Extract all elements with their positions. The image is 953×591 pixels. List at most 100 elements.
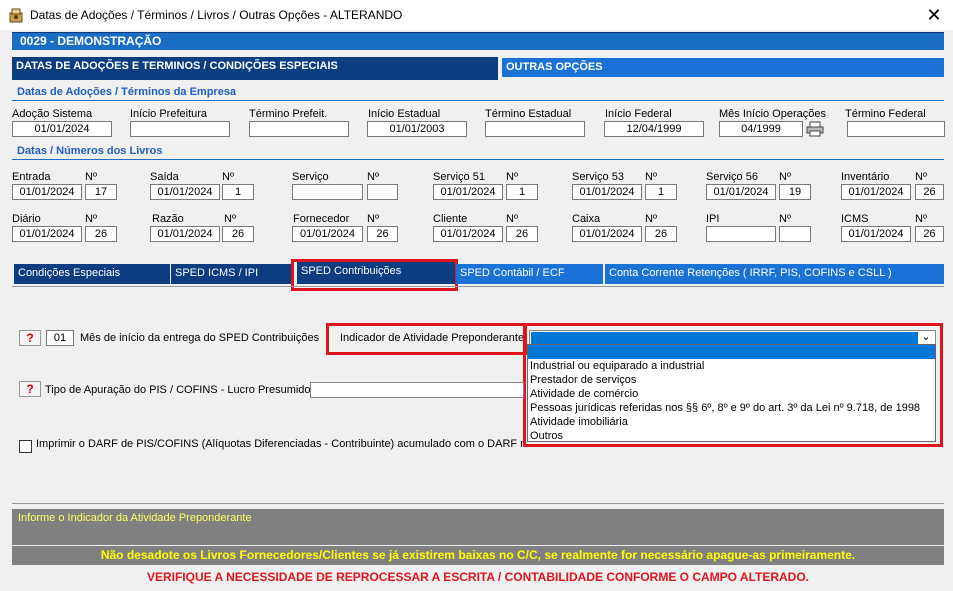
tab-sped-contabil-ecf[interactable]: SPED Contábil / ECF (456, 264, 603, 284)
servico-date-field[interactable] (292, 184, 363, 200)
cliente-date-field[interactable]: 01/01/2024 (433, 226, 503, 242)
label-num: Nº (85, 213, 97, 225)
window-title: Datas de Adoções / Términos / Livros / O… (30, 8, 403, 22)
label-num: Nº (915, 213, 927, 225)
indicador-options-list: Industrial ou equiparado a industrial Pr… (527, 344, 936, 442)
label-termino-federal: Término Federal (845, 108, 926, 120)
servico-num-field[interactable] (367, 184, 398, 200)
inicio-federal-field[interactable]: 12/04/1999 (604, 121, 704, 137)
servico51-date-field[interactable]: 01/01/2024 (433, 184, 503, 200)
fornecedor-num-field[interactable]: 26 (367, 226, 398, 242)
entrada-date-field[interactable]: 01/01/2024 (12, 184, 82, 200)
diario-date-field[interactable]: 01/01/2024 (12, 226, 82, 242)
label-num: Nº (367, 213, 379, 225)
icms-num-field[interactable]: 26 (915, 226, 944, 242)
option-prestador-servicos[interactable]: Prestador de serviços (528, 373, 935, 387)
label-num: Nº (645, 171, 657, 183)
label-servico: Serviço (292, 171, 329, 183)
termino-federal-field[interactable] (847, 121, 945, 137)
servico51-num-field[interactable]: 1 (506, 184, 538, 200)
ipi-num-field[interactable] (779, 226, 811, 242)
servico53-date-field[interactable]: 01/01/2024 (572, 184, 642, 200)
label-razao: Razão (152, 213, 184, 225)
inventario-num-field[interactable]: 26 (915, 184, 944, 200)
saida-date-field[interactable]: 01/01/2024 (150, 184, 220, 200)
dropdown-blank-option[interactable] (528, 345, 935, 359)
mes-inicio-label: Mês de início da entrega do SPED Contrib… (80, 332, 320, 344)
label-cliente: Cliente (433, 213, 468, 225)
selected-value-highlight (531, 332, 918, 344)
footer-divider (12, 503, 944, 504)
company-bar: 0029 - DEMONSTRAÇÃO (12, 32, 944, 50)
label-num: Nº (915, 171, 927, 183)
label-num: Nº (367, 171, 379, 183)
label-termino-estadual: Término Estadual (485, 108, 572, 120)
label-icms: ICMS (841, 213, 869, 225)
section-divider (12, 159, 944, 160)
imprimir-darf-checkbox[interactable] (19, 440, 32, 453)
printer-icon[interactable] (806, 121, 824, 137)
saida-num-field[interactable]: 1 (222, 184, 254, 200)
app-icon (9, 8, 23, 23)
label-entrada: Entrada (12, 171, 51, 183)
label-ipi: IPI (706, 213, 720, 225)
mes-inicio-operacoes-field[interactable]: 04/1999 (719, 121, 803, 137)
hint-message: Informe o Indicador da Atividade Prepond… (12, 509, 944, 545)
option-atividade-imobiliaria[interactable]: Atividade imobiliária (528, 415, 935, 429)
tipo-apuracao-select[interactable] (310, 382, 524, 398)
title-bar: Datas de Adoções / Términos / Livros / O… (0, 0, 953, 30)
label-num: Nº (506, 213, 518, 225)
label-num: Nº (779, 213, 791, 225)
razao-num-field[interactable]: 26 (222, 226, 254, 242)
adocao-sistema-field[interactable]: 01/01/2024 (12, 121, 112, 137)
option-pessoas-juridicas[interactable]: Pessoas jurídicas referidas nos §§ 6º, 8… (528, 401, 935, 415)
servico53-num-field[interactable]: 1 (645, 184, 677, 200)
section-adocoes-title: Datas de Adoções / Términos da Empresa (17, 86, 237, 98)
option-industrial[interactable]: Industrial ou equiparado a industrial (528, 359, 935, 373)
razao-date-field[interactable]: 01/01/2024 (150, 226, 220, 242)
servico56-date-field[interactable]: 01/01/2024 (706, 184, 776, 200)
label-num: Nº (645, 213, 657, 225)
entrada-num-field[interactable]: 17 (85, 184, 117, 200)
label-servico-53: Serviço 53 (572, 171, 624, 183)
tab-condicoes-especiais[interactable]: Condições Especiais (14, 264, 170, 284)
label-mes-inicio-operacoes: Mês Início Operações (719, 108, 826, 120)
option-atividade-comercio[interactable]: Atividade de comércio (528, 387, 935, 401)
inventario-date-field[interactable]: 01/01/2024 (841, 184, 911, 200)
warning-livros: Não desadote os Livros Fornecedores/Clie… (12, 546, 944, 565)
label-servico-56: Serviço 56 (706, 171, 758, 183)
label-num: Nº (779, 171, 791, 183)
label-inicio-prefeitura: Início Prefeitura (130, 108, 208, 120)
caixa-date-field[interactable]: 01/01/2024 (572, 226, 642, 242)
tab-outras-opcoes[interactable]: OUTRAS OPÇÕES (502, 58, 944, 77)
section-livros-title: Datas / Números dos Livros (17, 145, 163, 157)
label-termino-prefeitura: Término Prefeit. (249, 108, 328, 120)
help-tipo-apuracao-button[interactable]: ? (19, 381, 41, 397)
mes-inicio-field[interactable]: 01 (46, 330, 74, 346)
diario-num-field[interactable]: 26 (85, 226, 117, 242)
label-inventario: Inventário (841, 171, 890, 183)
warning-reprocessar: VERIFIQUE A NECESSIDADE DE REPROCESSAR A… (12, 566, 944, 588)
label-num: Nº (224, 213, 236, 225)
caixa-num-field[interactable]: 26 (645, 226, 677, 242)
fornecedor-date-field[interactable]: 01/01/2024 (292, 226, 363, 242)
icms-date-field[interactable]: 01/01/2024 (841, 226, 911, 242)
tab-sped-icms-ipi[interactable]: SPED ICMS / IPI (171, 264, 293, 284)
label-num: Nº (85, 171, 97, 183)
close-icon[interactable]: ✕ (922, 3, 946, 27)
inicio-prefeitura-field[interactable] (130, 121, 230, 137)
label-inicio-estadual: Início Estadual (368, 108, 441, 120)
help-mes-button[interactable]: ? (19, 330, 41, 346)
termino-estadual-field[interactable] (485, 121, 585, 137)
chevron-down-icon[interactable]: ⌄ (918, 331, 934, 345)
section-divider (12, 100, 944, 101)
cliente-num-field[interactable]: 26 (506, 226, 538, 242)
termino-prefeitura-field[interactable] (249, 121, 349, 137)
servico56-num-field[interactable]: 19 (779, 184, 811, 200)
option-outros[interactable]: Outros (528, 429, 935, 443)
tab-conta-corrente-retencoes[interactable]: Conta Corrente Retenções ( IRRF, PIS, CO… (605, 264, 944, 284)
ipi-date-field[interactable] (706, 226, 776, 242)
label-fornecedor: Fornecedor (293, 213, 350, 225)
inicio-estadual-field[interactable]: 01/01/2003 (367, 121, 467, 137)
tab-datas-adocoes[interactable]: DATAS DE ADOÇÕES E TERMINOS / CONDIÇÕES … (12, 57, 498, 80)
